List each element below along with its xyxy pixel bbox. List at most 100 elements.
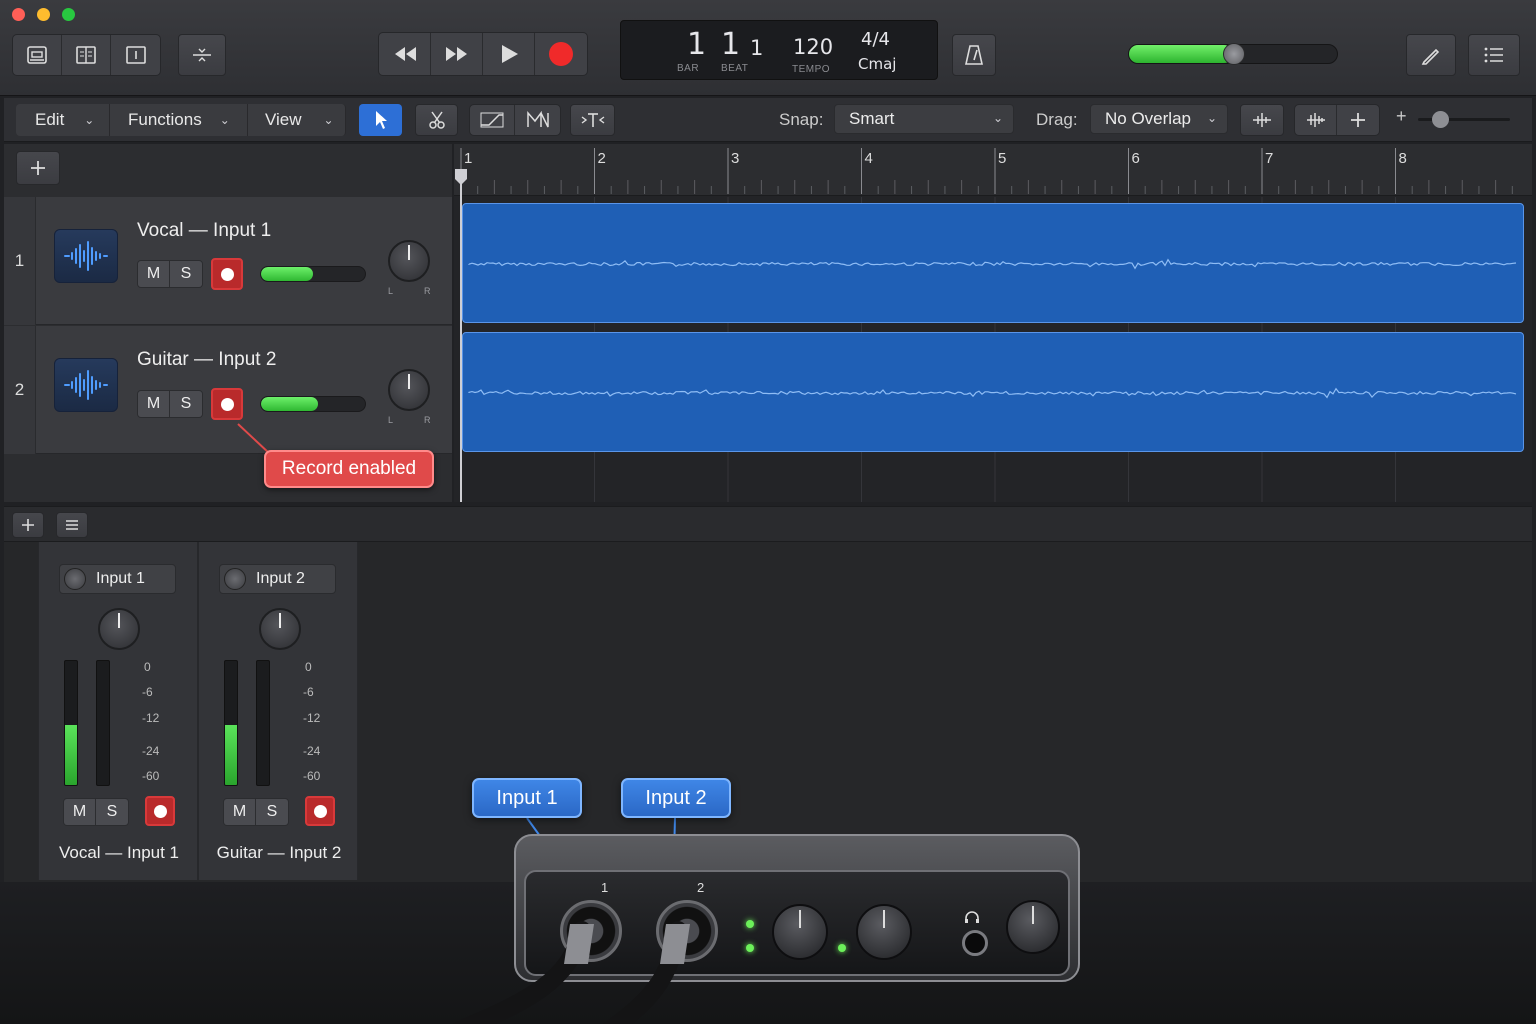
input-select-button[interactable]: Input 1 [59,564,176,594]
xlr-input-1-jack [560,900,622,962]
lcd-bar: 1 [687,27,707,62]
metronome-button[interactable] [952,34,996,76]
record-enabled-callout: Record enabled [264,450,434,488]
pan-knob[interactable] [388,240,430,282]
pointer-icon [375,111,387,129]
master-volume-thumb[interactable] [1223,43,1245,65]
add-icon[interactable] [1337,105,1379,135]
pointer-tool-button[interactable] [359,104,402,136]
waveform-trace [468,258,1517,270]
audio-region-guitar[interactable] [462,332,1524,452]
mixer-add-button[interactable] [12,512,44,538]
headphones-icon [965,911,979,923]
master-volume-slider[interactable] [1128,43,1338,65]
channel-strip: Input 2 0 -6 -12 -24 -60 M S Guitar — In… [198,542,358,880]
level-meter-left [64,660,78,786]
pan-knob[interactable] [259,608,301,650]
record-enable-button[interactable] [211,258,243,290]
automation-curve-icon[interactable] [470,105,515,135]
catch-playhead-button[interactable] [570,104,615,136]
add-icon [31,161,45,175]
track-name[interactable]: Guitar — Input 2 [137,349,276,371]
volume-fader[interactable] [96,660,110,786]
list-editor-button[interactable] [1468,34,1520,76]
tracks-toolbar: Edit ⌄ Functions ⌄ View ⌄ Snap: Smart ⌄ … [4,98,1532,142]
fast-forward-icon[interactable] [431,33,483,75]
control-bar: 1 1 1 BAR BEAT 120 TEMPO 4/4 Cmaj [0,0,1536,96]
input-select-button[interactable]: Input 2 [219,564,336,594]
solo-button[interactable]: S [96,799,128,825]
track-row[interactable]: 1 Vocal — Input 1 M S L R [4,197,452,325]
lcd-beat: 1 [721,27,741,62]
edit-menu[interactable]: Edit ⌄ [16,104,110,136]
solo-button[interactable]: S [170,391,202,417]
xlr-input-2-jack [656,900,718,962]
functions-menu[interactable]: Functions ⌄ [110,104,248,136]
track-name[interactable]: Vocal — Input 1 [137,220,271,242]
audio-interface: 1 2 [514,834,1080,982]
functions-menu-label: Functions [128,110,202,129]
zoom-window-button[interactable] [62,8,75,21]
master-volume-fill [1129,45,1233,63]
level-meter-left [224,660,238,786]
scale-60: -60 [142,769,160,783]
bar-ruler[interactable]: 1 2 3 4 5 6 7 8 [454,144,1532,196]
solo-button[interactable]: S [256,799,288,825]
scissors-tool-button[interactable] [415,104,458,136]
editor-icon[interactable] [111,35,160,75]
view-menu[interactable]: View ⌄ [248,104,346,136]
output-volume-knob[interactable] [1006,900,1060,954]
inspector-icon[interactable] [62,35,111,75]
track-row[interactable]: 2 Guitar — Input 2 M S L R [4,326,452,454]
play-icon[interactable] [483,33,535,75]
rewind-icon[interactable] [379,33,431,75]
pan-right-label: R [424,415,431,425]
scale-12: -12 [142,711,160,725]
close-window-button[interactable] [12,8,25,21]
track-volume-slider[interactable] [260,396,366,412]
pan-knob[interactable] [388,369,430,411]
mute-button[interactable]: M [138,391,170,417]
zoom-in-icon[interactable]: + [1396,106,1407,127]
add-track-button[interactable] [16,151,60,185]
mute-button[interactable]: M [64,799,96,825]
waveform-zoom-button[interactable] [1240,104,1284,136]
chevron-down-icon: ⌄ [84,113,95,127]
gain-knob-1[interactable] [772,904,828,960]
audio-region-vocal[interactable] [462,203,1524,323]
toolbar-toggle-button[interactable] [178,34,226,76]
snap-select[interactable]: Smart ⌄ [834,104,1014,134]
minimize-window-button[interactable] [37,8,50,21]
snap-value: Smart [849,109,895,128]
mute-button[interactable]: M [224,799,256,825]
track-volume-slider[interactable] [260,266,366,282]
zoom-slider[interactable] [1418,111,1510,128]
mute-button[interactable]: M [138,261,170,287]
record-enable-button[interactable] [145,796,175,826]
gain-knob-2[interactable] [856,904,912,960]
record-icon[interactable] [535,33,587,75]
library-icon[interactable] [13,35,62,75]
solo-button[interactable]: S [170,261,202,287]
mixer-menu-button[interactable] [56,512,88,538]
pencil-icon [1421,48,1440,65]
lcd-display[interactable]: 1 1 1 BAR BEAT 120 TEMPO 4/4 Cmaj [620,20,938,80]
flex-tool-icon[interactable] [515,105,560,135]
playhead-marker-icon[interactable] [454,168,470,190]
view-menu-label: View [265,110,302,129]
waveform-expand-icon[interactable] [1295,105,1337,135]
audio-interface-front-panel: 1 2 [524,870,1070,976]
input-2-callout: Input 2 [621,778,731,818]
channel-name: Vocal — Input 1 [58,843,180,862]
input-label: Input 2 [256,570,305,587]
zoom-slider-thumb[interactable] [1432,111,1449,128]
pencil-tool-button[interactable] [1406,34,1456,76]
transport-controls [378,32,588,76]
drag-select[interactable]: No Overlap ⌄ [1090,104,1228,134]
record-enable-button[interactable] [305,796,335,826]
volume-fader[interactable] [256,660,270,786]
track-volume-fill [261,267,313,281]
pan-knob[interactable] [98,608,140,650]
record-enable-button[interactable] [211,388,243,420]
ruler-ticks [460,148,1513,194]
